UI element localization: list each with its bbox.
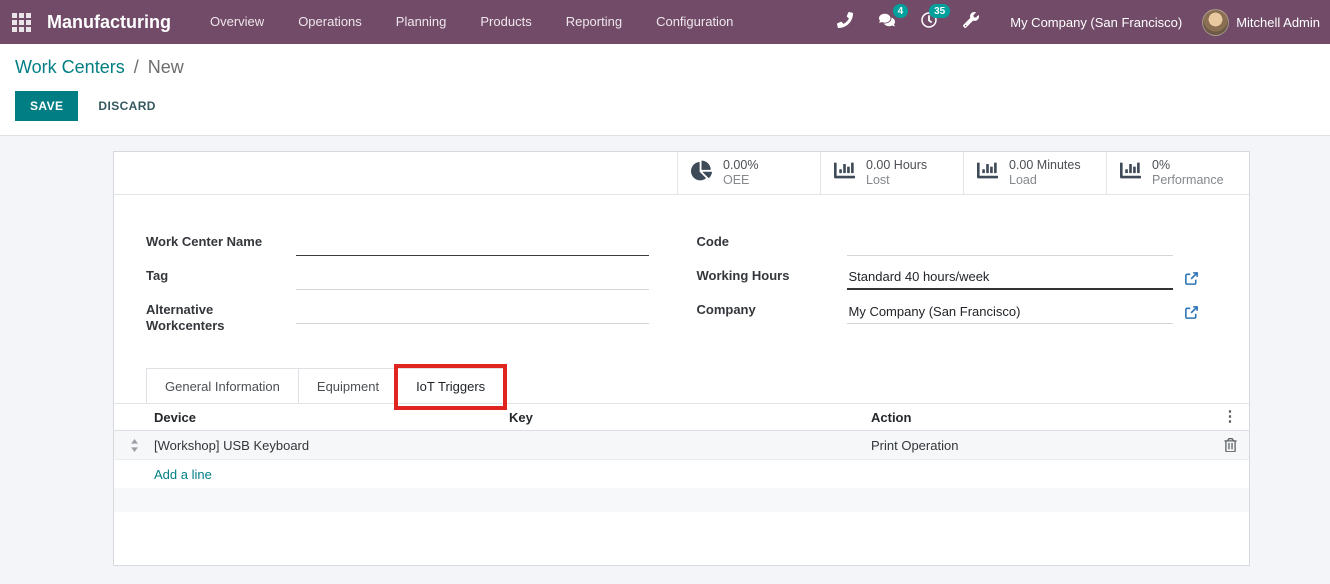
column-key[interactable]: Key bbox=[509, 410, 871, 425]
column-action[interactable]: Action bbox=[871, 410, 1211, 425]
stat-performance-label: Performance bbox=[1152, 173, 1224, 188]
optional-columns-icon[interactable]: ⋮ bbox=[1211, 410, 1249, 424]
tools-icon bbox=[963, 12, 979, 33]
nav-menu-reporting[interactable]: Reporting bbox=[549, 0, 639, 44]
stat-performance-value: 0% bbox=[1152, 158, 1224, 173]
control-panel: Work Centers / New SAVE DISCARD bbox=[0, 44, 1330, 136]
phone-icon bbox=[837, 12, 853, 33]
iot-triggers-table: Device Key Action ⋮ [Workshop] USB Keybo… bbox=[114, 404, 1249, 512]
tab-iot-triggers[interactable]: IoT Triggers bbox=[397, 368, 504, 403]
user-name: Mitchell Admin bbox=[1236, 15, 1320, 30]
user-menu[interactable]: Mitchell Admin bbox=[1202, 9, 1320, 36]
table-header: Device Key Action ⋮ bbox=[114, 404, 1249, 431]
stat-lost-label: Lost bbox=[866, 173, 927, 188]
cell-action[interactable]: Print Operation bbox=[871, 438, 1211, 453]
company-input[interactable]: My Company (San Francisco) bbox=[847, 299, 1174, 324]
alternative-workcenters-input[interactable] bbox=[296, 299, 649, 324]
breadcrumb-current: New bbox=[148, 57, 184, 77]
table-row[interactable]: [Workshop] USB Keyboard Print Operation bbox=[114, 431, 1249, 460]
top-navbar: Manufacturing Overview Operations Planni… bbox=[0, 0, 1330, 44]
code-input[interactable] bbox=[847, 231, 1174, 256]
stat-oee-label: OEE bbox=[723, 173, 758, 188]
trash-icon[interactable] bbox=[1224, 438, 1237, 452]
nav-menu-operations[interactable]: Operations bbox=[281, 0, 379, 44]
tag-input[interactable] bbox=[296, 265, 649, 290]
app-title[interactable]: Manufacturing bbox=[47, 12, 171, 33]
company-switcher[interactable]: My Company (San Francisco) bbox=[1010, 15, 1182, 30]
ext-placeholder bbox=[1173, 231, 1199, 256]
form-sheet: 0.00% OEE 0.00 Hours Lost 0.00 Minutes L… bbox=[113, 151, 1250, 566]
nav-menu-overview[interactable]: Overview bbox=[193, 0, 281, 44]
voip-button[interactable] bbox=[824, 0, 866, 44]
breadcrumb-separator: / bbox=[134, 57, 139, 77]
working-hours-label: Working Hours bbox=[697, 265, 847, 290]
bar-chart-icon bbox=[834, 160, 855, 186]
company-external-link-icon[interactable] bbox=[1173, 299, 1199, 324]
bar-chart-icon bbox=[977, 160, 998, 186]
tag-label: Tag bbox=[146, 265, 296, 290]
form-view: 0.00% OEE 0.00 Hours Lost 0.00 Minutes L… bbox=[0, 136, 1330, 566]
stat-load-label: Load bbox=[1009, 173, 1081, 188]
alternative-workcenters-label: Alternative Workcenters bbox=[146, 299, 296, 334]
stat-button-bar: 0.00% OEE 0.00 Hours Lost 0.00 Minutes L… bbox=[114, 152, 1249, 195]
breadcrumb-work-centers[interactable]: Work Centers bbox=[15, 57, 125, 77]
tab-general-information[interactable]: General Information bbox=[146, 368, 299, 403]
nav-menu-configuration[interactable]: Configuration bbox=[639, 0, 750, 44]
work-center-name-input[interactable] bbox=[296, 231, 649, 256]
bar-chart-icon bbox=[1120, 160, 1141, 186]
add-a-line-link[interactable]: Add a line bbox=[154, 467, 212, 482]
stat-oee-value: 0.00% bbox=[723, 158, 758, 173]
main-menu: Overview Operations Planning Products Re… bbox=[193, 0, 750, 44]
systray: 4 35 My Company (San Francisco) Mitchell… bbox=[824, 0, 1320, 44]
stat-lost-value: 0.00 Hours bbox=[866, 158, 927, 173]
empty-row-stripe bbox=[114, 488, 1249, 512]
working-hours-external-link-icon[interactable] bbox=[1173, 265, 1199, 290]
messages-badge: 4 bbox=[893, 4, 909, 18]
tab-equipment[interactable]: Equipment bbox=[298, 368, 398, 403]
breadcrumb: Work Centers / New bbox=[15, 57, 1314, 78]
activities-badge: 35 bbox=[929, 4, 950, 18]
code-label: Code bbox=[697, 231, 847, 256]
working-hours-input[interactable]: Standard 40 hours/week bbox=[847, 265, 1174, 290]
stat-button-lost[interactable]: 0.00 Hours Lost bbox=[820, 152, 963, 194]
stat-button-oee[interactable]: 0.00% OEE bbox=[677, 152, 820, 194]
discard-button[interactable]: DISCARD bbox=[83, 92, 170, 120]
messages-button[interactable]: 4 bbox=[866, 0, 908, 44]
user-avatar bbox=[1202, 9, 1229, 36]
form-fields: Work Center Name Tag Alternative Workcen… bbox=[114, 195, 1249, 343]
stat-button-performance[interactable]: 0% Performance bbox=[1106, 152, 1249, 194]
save-button[interactable]: SAVE bbox=[15, 91, 78, 121]
activities-button[interactable]: 35 bbox=[908, 0, 950, 44]
work-center-name-label: Work Center Name bbox=[146, 231, 296, 256]
notebook-tabs: General Information Equipment IoT Trigge… bbox=[114, 368, 1249, 404]
apps-menu-icon[interactable] bbox=[12, 13, 31, 32]
stat-button-load[interactable]: 0.00 Minutes Load bbox=[963, 152, 1106, 194]
drag-handle-icon[interactable] bbox=[130, 439, 139, 452]
stat-load-value: 0.00 Minutes bbox=[1009, 158, 1081, 173]
nav-menu-planning[interactable]: Planning bbox=[379, 0, 464, 44]
pie-chart-icon bbox=[691, 160, 712, 186]
column-device[interactable]: Device bbox=[154, 410, 509, 425]
company-label: Company bbox=[697, 299, 847, 324]
nav-menu-products[interactable]: Products bbox=[463, 0, 548, 44]
cell-device[interactable]: [Workshop] USB Keyboard bbox=[154, 438, 509, 453]
messages-icon bbox=[879, 12, 895, 33]
debug-tools-button[interactable] bbox=[950, 0, 992, 44]
